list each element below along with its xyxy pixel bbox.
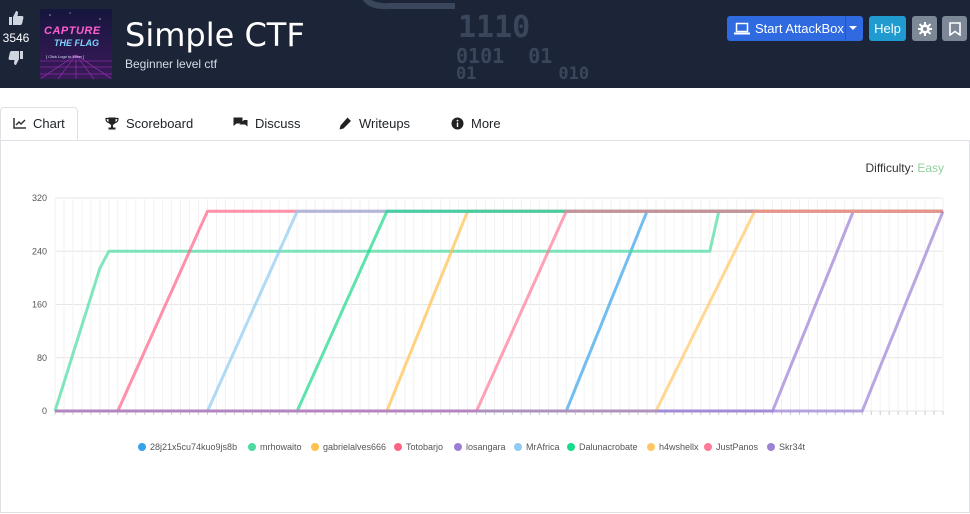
difficulty-label: Difficulty: bbox=[865, 161, 914, 175]
y-tick-label: 240 bbox=[32, 246, 47, 256]
tab-chart[interactable]: Chart bbox=[0, 107, 78, 140]
legend-marker bbox=[311, 443, 319, 451]
series-line bbox=[55, 209, 943, 413]
room-logo[interactable]: CAPTURE THE FLAG [ Click Logo to Enter ] bbox=[40, 9, 112, 79]
legend-label: losangara bbox=[466, 442, 506, 452]
settings-button[interactable] bbox=[912, 16, 937, 41]
gear-icon bbox=[917, 21, 932, 36]
difficulty-value: Easy bbox=[917, 161, 944, 175]
legend-marker bbox=[567, 443, 575, 451]
legend-marker bbox=[647, 443, 655, 451]
info-icon bbox=[451, 117, 464, 129]
series-line bbox=[55, 209, 943, 413]
tab-more[interactable]: More bbox=[451, 107, 501, 139]
dropdown-caret-icon[interactable] bbox=[849, 26, 857, 30]
legend-label: Dalunacrobate bbox=[579, 442, 638, 452]
logo-text: [ Click Logo to Enter ] bbox=[46, 54, 85, 59]
legend-marker bbox=[454, 443, 462, 451]
logo-text: THE FLAG bbox=[54, 38, 99, 48]
legend-marker bbox=[394, 443, 402, 451]
legend-label: MrAfrica bbox=[526, 442, 560, 452]
help-button[interactable]: Help bbox=[869, 16, 906, 41]
legend-marker bbox=[248, 443, 256, 451]
series-line bbox=[55, 209, 943, 413]
y-tick-label: 320 bbox=[32, 193, 47, 203]
header-decor-shape bbox=[362, 0, 455, 10]
help-label: Help bbox=[874, 21, 901, 36]
tab-label: Chart bbox=[33, 116, 65, 131]
legend-label: Skr34t bbox=[779, 442, 806, 452]
series-line bbox=[53, 209, 943, 412]
series-line bbox=[55, 210, 945, 413]
y-tick-label: 80 bbox=[37, 353, 47, 363]
legend-label: h4wshellx bbox=[659, 442, 699, 452]
logo-text: CAPTURE bbox=[44, 25, 101, 37]
tab-label: Writeups bbox=[359, 115, 411, 131]
vote-panel: 3546 bbox=[0, 10, 32, 66]
series-line bbox=[55, 209, 943, 413]
header-binary-decoration: 01 010 bbox=[456, 64, 590, 84]
legend-label: mrhowaito bbox=[260, 442, 302, 452]
thumbs-up-icon[interactable] bbox=[8, 10, 24, 26]
legend-marker bbox=[704, 443, 712, 451]
legend-label: 28j21x5cu74kuo9js8b bbox=[150, 442, 237, 452]
header-binary-decoration: 1110 bbox=[458, 10, 531, 45]
difficulty-indicator: Difficulty: Easy bbox=[866, 161, 945, 175]
room-tabs: Chart Scoreboard Discuss Writeups More bbox=[0, 107, 970, 141]
legend-marker bbox=[514, 443, 522, 451]
comments-icon bbox=[233, 117, 248, 126]
laptop-icon bbox=[734, 22, 750, 35]
trophy-icon bbox=[105, 117, 119, 129]
legend-label: gabrielalves666 bbox=[323, 442, 386, 452]
series-line bbox=[55, 209, 943, 413]
tab-label: More bbox=[471, 115, 501, 131]
thumbs-down-icon[interactable] bbox=[8, 50, 24, 66]
y-tick-label: 160 bbox=[32, 300, 47, 310]
start-attackbox-label: Start AttackBox bbox=[755, 21, 844, 36]
room-subtitle: Beginner level ctf bbox=[125, 57, 218, 71]
series-line bbox=[55, 209, 943, 413]
series-line bbox=[55, 209, 943, 413]
start-attackbox-button[interactable]: Start AttackBox bbox=[727, 16, 863, 41]
legend-label: JustPanos bbox=[716, 442, 759, 452]
bookmark-button[interactable] bbox=[942, 16, 967, 41]
tab-writeups[interactable]: Writeups bbox=[338, 107, 410, 139]
vote-count: 3546 bbox=[2, 31, 30, 45]
legend-marker bbox=[767, 443, 775, 451]
room-title: Simple CTF bbox=[125, 16, 305, 54]
tab-discuss[interactable]: Discuss bbox=[233, 107, 301, 139]
chart-icon bbox=[13, 118, 26, 129]
bookmark-icon bbox=[948, 21, 961, 36]
score-chart: 0 80 160 240 320 28j21x5cu74kuo9js8b mrhowaito… bbox=[32, 193, 945, 452]
tab-scoreboard[interactable]: Scoreboard bbox=[105, 107, 193, 139]
series-line bbox=[55, 209, 943, 413]
y-tick-label: 0 bbox=[42, 406, 47, 416]
tab-label: Discuss bbox=[255, 115, 301, 131]
tab-label: Scoreboard bbox=[126, 115, 194, 131]
pen-icon bbox=[339, 117, 351, 129]
room-header: 1110 0101 01 01 010 3546 CAPTURE THE FLA… bbox=[0, 0, 970, 88]
legend-marker bbox=[138, 443, 146, 451]
legend-label: Totobarjo bbox=[406, 442, 443, 452]
